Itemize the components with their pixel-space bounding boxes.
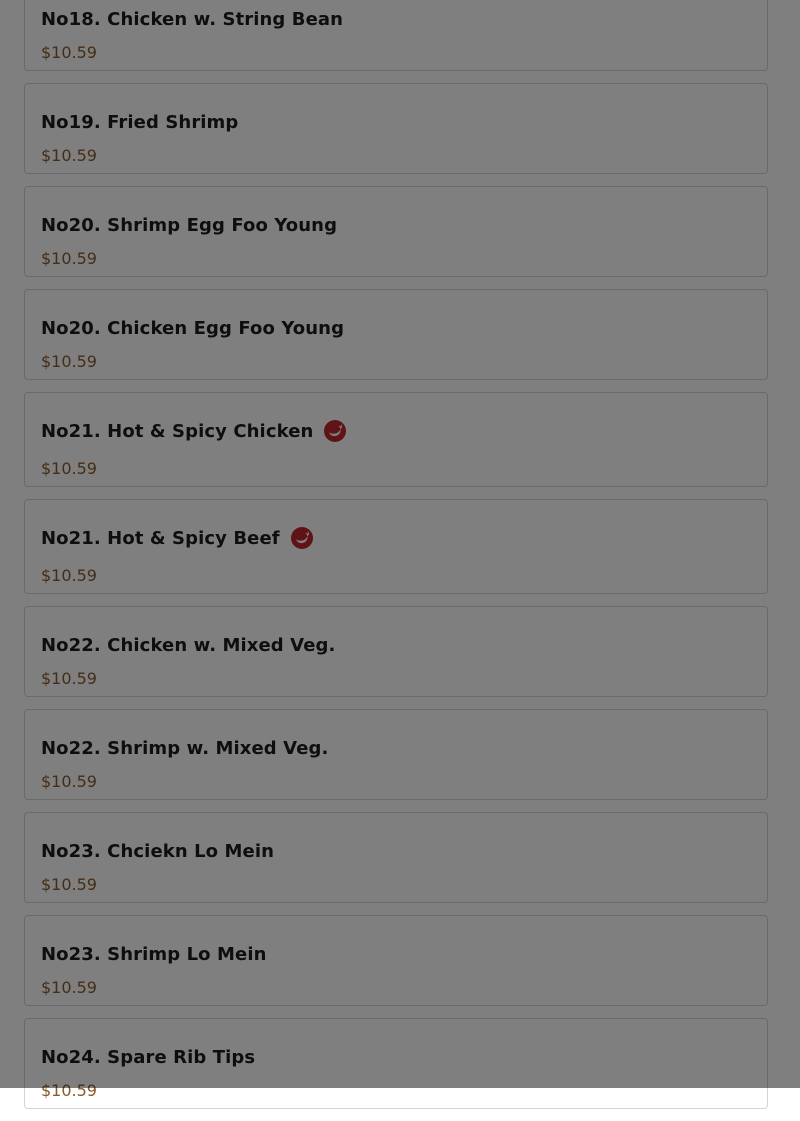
- modal-backdrop-overlay[interactable]: [0, 0, 800, 1088]
